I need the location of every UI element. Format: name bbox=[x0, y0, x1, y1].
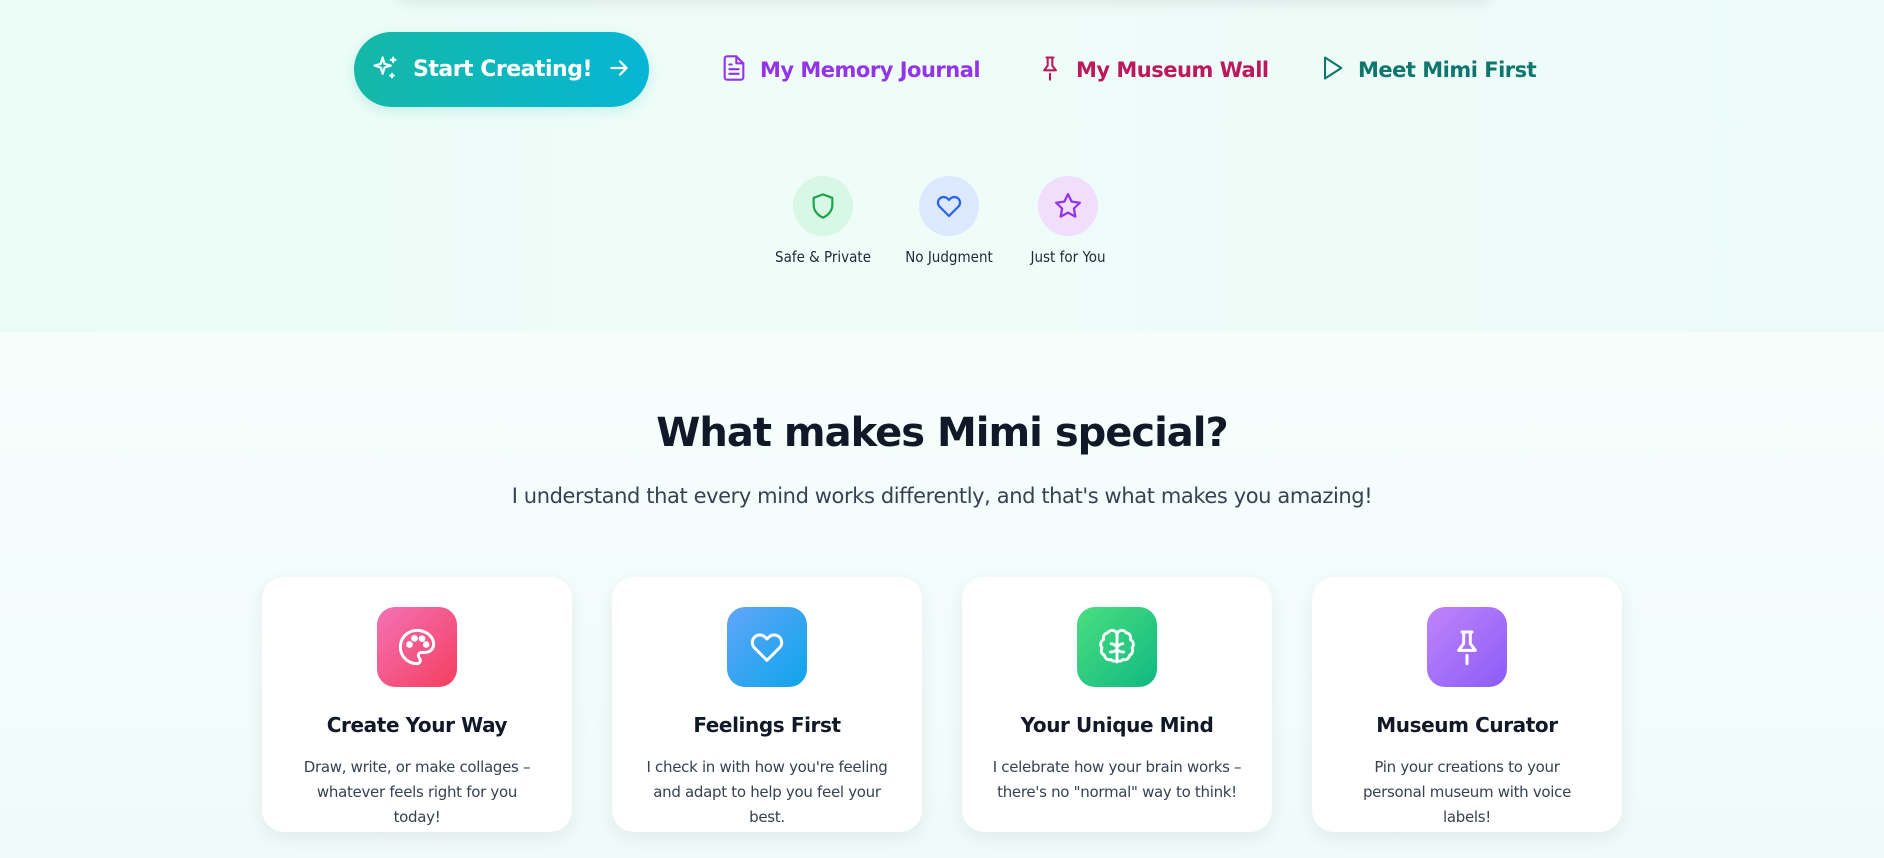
shield-icon bbox=[793, 176, 853, 236]
section-subtitle: I understand that every mind works diffe… bbox=[511, 484, 1373, 508]
document-icon bbox=[720, 53, 748, 88]
trust-label: No Judgment bbox=[905, 248, 993, 266]
play-icon bbox=[1318, 53, 1346, 88]
hero-section: Start Creating! My Memory Journal My Mus… bbox=[0, 0, 1884, 332]
memory-journal-link[interactable]: My Memory Journal bbox=[720, 50, 981, 90]
meet-mimi-link[interactable]: Meet Mimi First bbox=[1318, 50, 1537, 90]
trust-badge-safe: Safe & Private bbox=[763, 176, 883, 266]
pin-icon bbox=[1427, 607, 1507, 687]
feature-card-feelings: Feelings First I check in with how you'r… bbox=[612, 577, 922, 832]
star-icon bbox=[1038, 176, 1098, 236]
palette-icon bbox=[377, 607, 457, 687]
card-description: Draw, write, or make collages – whatever… bbox=[303, 758, 531, 826]
start-creating-button[interactable]: Start Creating! bbox=[354, 32, 649, 107]
section-title: What makes Mimi special? bbox=[656, 410, 1228, 456]
card-title: Museum Curator bbox=[1376, 713, 1558, 737]
trust-badge-no-judgment: No Judgment bbox=[889, 176, 1009, 266]
trust-badge-just-for-you: Just for You bbox=[1008, 176, 1128, 266]
trust-label: Just for You bbox=[1030, 248, 1106, 266]
pin-icon bbox=[1036, 53, 1064, 88]
feature-card-create: Create Your Way Draw, write, or make col… bbox=[262, 577, 572, 832]
card-description: Pin your creations to your personal muse… bbox=[1362, 758, 1572, 826]
memory-journal-label: My Memory Journal bbox=[760, 58, 981, 82]
feature-card-museum: Museum Curator Pin your creations to you… bbox=[1312, 577, 1622, 832]
card-description: I check in with how you're feeling and a… bbox=[646, 758, 888, 826]
sparkles-icon bbox=[371, 54, 399, 86]
heart-icon bbox=[919, 176, 979, 236]
brain-icon bbox=[1077, 607, 1157, 687]
start-creating-label: Start Creating! bbox=[413, 57, 593, 82]
card-title: Create Your Way bbox=[326, 713, 508, 737]
museum-wall-label: My Museum Wall bbox=[1076, 58, 1269, 82]
heart-icon bbox=[727, 607, 807, 687]
trust-label: Safe & Private bbox=[775, 248, 871, 266]
meet-mimi-label: Meet Mimi First bbox=[1358, 58, 1537, 82]
feature-card-unique-mind: Your Unique Mind I celebrate how your br… bbox=[962, 577, 1272, 832]
arrow-right-icon bbox=[606, 55, 632, 85]
museum-wall-link[interactable]: My Museum Wall bbox=[1036, 50, 1269, 90]
card-title: Feelings First bbox=[693, 713, 841, 737]
card-title: Your Unique Mind bbox=[1020, 713, 1214, 737]
card-description: I celebrate how your brain works – there… bbox=[992, 758, 1242, 801]
